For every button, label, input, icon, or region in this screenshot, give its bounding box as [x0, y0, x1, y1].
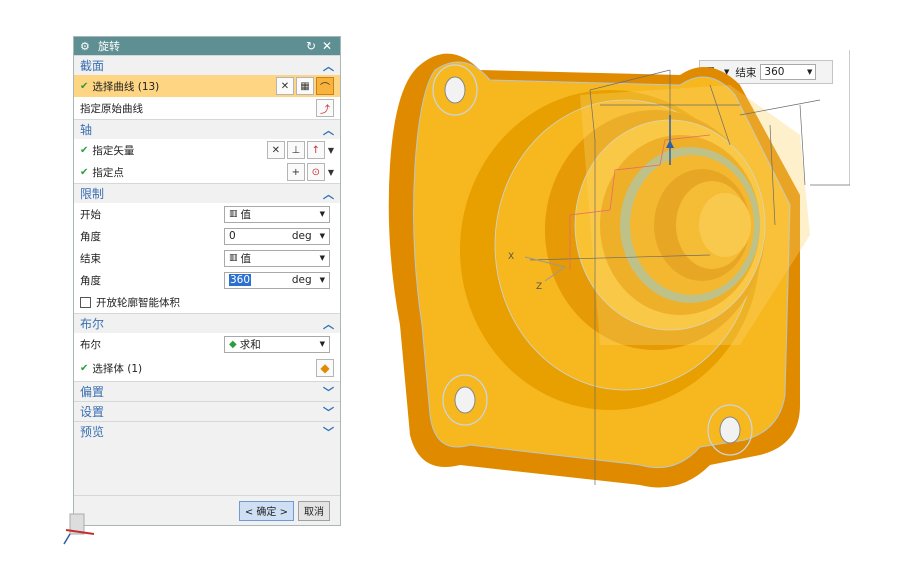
- end-angle-value: 360: [229, 274, 252, 286]
- section-header-label: 限制: [80, 187, 105, 201]
- end-row: 结束 ▥ 值 ▼: [74, 247, 340, 269]
- chevron-up-icon: ︿: [323, 317, 334, 331]
- sketch-icon[interactable]: ▦: [296, 77, 314, 95]
- vector-dialog-icon[interactable]: ⊥: [286, 141, 305, 159]
- specify-origin-curve-row[interactable]: 指定原始曲线 ⤴: [74, 97, 340, 119]
- chevron-down-icon: ▼: [319, 340, 325, 348]
- section-header-boolean[interactable]: 布尔 ︿: [74, 313, 340, 333]
- boolean-select[interactable]: ◆ 求和 ▼: [224, 335, 330, 353]
- chevron-down-icon: ﹀: [323, 405, 334, 419]
- chevron-down-icon: ﹀: [323, 425, 334, 439]
- select-body-label: 选择体 (1): [92, 362, 143, 375]
- boolean-value: 求和: [239, 338, 261, 351]
- point-type-icon[interactable]: ⊙: [306, 163, 325, 181]
- section-header-label: 轴: [80, 123, 93, 137]
- chevron-down-icon: ▼: [319, 210, 325, 218]
- value-type-icon: ▥: [229, 253, 238, 263]
- chevron-down-icon: ▼: [319, 254, 325, 262]
- section-header-limits[interactable]: 限制 ︿: [74, 183, 340, 203]
- check-icon: ✔: [80, 362, 89, 374]
- specify-origin-curve-label: 指定原始曲线: [80, 102, 143, 115]
- start-angle-input[interactable]: 0 deg ▼: [224, 227, 330, 245]
- end-type-value: 值: [240, 252, 252, 265]
- check-icon: ✔: [80, 144, 89, 156]
- start-angle-value: 0: [229, 230, 236, 242]
- start-angle-unit: deg: [291, 230, 312, 242]
- dialog-title: 旋转: [98, 40, 120, 53]
- chevron-down-icon: ﹀: [323, 385, 334, 399]
- start-type-value: 值: [240, 208, 252, 221]
- chevron-up-icon: ︿: [323, 59, 334, 73]
- dialog-button-bar: < 确定 > 取消: [74, 495, 340, 525]
- specify-vector-row[interactable]: ✔ 指定矢量 ✕ ⊥ ↑ ▼: [74, 139, 340, 161]
- end-angle-input[interactable]: 360 deg ▼: [224, 271, 330, 289]
- section-header-label: 布尔: [80, 317, 105, 331]
- section-header-label: 偏置: [80, 385, 105, 399]
- end-angle-unit: deg: [291, 274, 312, 286]
- select-curve-label: 选择曲线 (13): [92, 80, 160, 93]
- value-type-icon: ▥: [229, 209, 238, 219]
- section-header-axis[interactable]: 轴 ︿: [74, 119, 340, 139]
- select-curve-row[interactable]: ✔ 选择曲线 (13) ✕ ▦ ⌒: [74, 75, 340, 97]
- curve-rule-icon[interactable]: ⌒: [316, 77, 334, 95]
- point-dialog-icon[interactable]: +: [286, 163, 305, 181]
- axis-z-label: Z: [536, 282, 542, 292]
- boolean-row: 布尔 ◆ 求和 ▼: [74, 333, 340, 355]
- open-profile-checkbox[interactable]: [80, 296, 91, 308]
- unite-icon: ◆: [229, 338, 237, 350]
- section-header-section[interactable]: 截面 ︿: [74, 55, 340, 75]
- reset-selection-icon[interactable]: ✕: [266, 141, 285, 159]
- dialog-title-bar: ⚙ 旋转 ↻ ✕: [74, 37, 340, 55]
- chevron-up-icon: ︿: [323, 187, 334, 201]
- check-icon: ✔: [80, 166, 89, 178]
- end-type-select[interactable]: ▥ 值 ▼: [224, 249, 330, 267]
- start-type-select[interactable]: ▥ 值 ▼: [224, 205, 330, 223]
- section-body-section: ✔ 选择曲线 (13) ✕ ▦ ⌒ 指定原始曲线 ⤴: [74, 75, 340, 119]
- axis-x-label: X: [508, 252, 514, 262]
- nx-window: { "dialog": { "title": "旋转", "close_icon…: [0, 0, 918, 568]
- gear-icon[interactable]: ⚙: [80, 40, 92, 53]
- specify-point-row[interactable]: ✔ 指定点 + ⊙ ▼: [74, 161, 340, 183]
- section-body-boolean: 布尔 ◆ 求和 ▼ ✔ 选择体 (1) ◆: [74, 333, 340, 381]
- reset-selection-icon[interactable]: ✕: [276, 77, 294, 95]
- reset-icon[interactable]: ↻: [304, 39, 318, 53]
- section-header-label: 截面: [80, 59, 105, 73]
- origin-curve-icon[interactable]: ⤴: [316, 99, 334, 117]
- chevron-up-icon: ︿: [323, 123, 334, 137]
- check-icon: ✔: [80, 80, 89, 92]
- open-profile-row[interactable]: 开放轮廓智能体积: [74, 291, 340, 313]
- revolve-dialog: ⚙ 旋转 ↻ ✕ 截面 ︿ ✔ 选择曲线 (13) ✕ ▦ ⌒ 指定原始曲线 ⤴: [73, 36, 341, 526]
- solid-body-icon[interactable]: ◆: [316, 359, 334, 377]
- end-angle-row: 角度 360 deg ▼: [74, 269, 340, 291]
- chevron-down-icon[interactable]: ▼: [328, 168, 334, 177]
- part-model-3d[interactable]: X Z: [380, 45, 850, 500]
- open-profile-label: 开放轮廓智能体积: [96, 296, 180, 309]
- ok-button[interactable]: < 确定 >: [238, 500, 294, 521]
- section-body-axis: ✔ 指定矢量 ✕ ⊥ ↑ ▼ ✔ 指定点 + ⊙ ▼: [74, 139, 340, 183]
- start-angle-row: 角度 0 deg ▼: [74, 225, 340, 247]
- section-header-settings[interactable]: 设置 ﹀: [74, 401, 340, 421]
- section-header-offset[interactable]: 偏置 ﹀: [74, 381, 340, 401]
- section-header-preview[interactable]: 预览 ﹀: [74, 421, 340, 441]
- specify-point-label: 指定点: [92, 166, 124, 179]
- select-body-row[interactable]: ✔ 选择体 (1) ◆: [74, 355, 340, 381]
- chevron-down-icon[interactable]: ▼: [320, 276, 325, 284]
- start-row: 开始 ▥ 值 ▼: [74, 203, 340, 225]
- cancel-button[interactable]: 取消: [298, 500, 330, 521]
- section-header-label: 设置: [80, 405, 105, 419]
- chevron-down-icon[interactable]: ▼: [320, 232, 325, 240]
- close-icon[interactable]: ✕: [320, 39, 334, 53]
- view-triad: [63, 513, 95, 545]
- section-body-limits: 开始 ▥ 值 ▼ 角度 0 deg ▼ 结束 ▥ 值 ▼ 角度 360 deg …: [74, 203, 340, 313]
- triad-z: [63, 533, 71, 545]
- vector-type-icon[interactable]: ↑: [306, 141, 325, 159]
- section-header-label: 预览: [80, 425, 105, 439]
- chevron-down-icon[interactable]: ▼: [328, 146, 334, 155]
- specify-vector-label: 指定矢量: [92, 144, 135, 157]
